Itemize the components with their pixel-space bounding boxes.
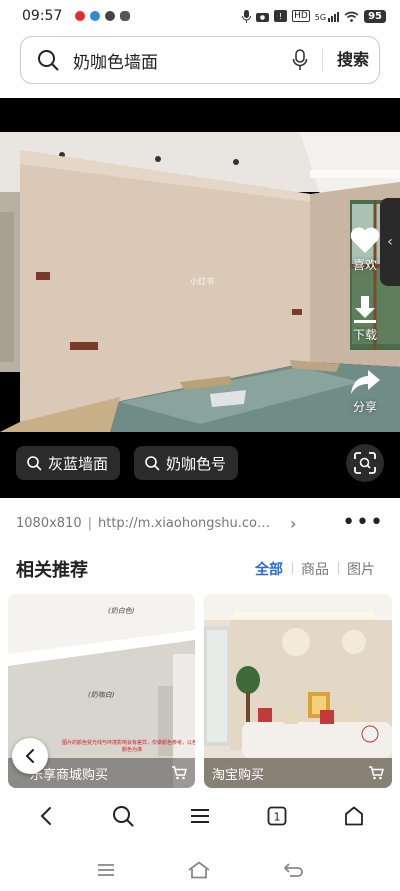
battery-level: 95 [364, 9, 386, 23]
back-button[interactable] [24, 796, 68, 836]
search-icon [113, 806, 134, 827]
chevron-right-icon[interactable]: › [290, 514, 296, 533]
tab-images[interactable]: 图片 [338, 559, 384, 579]
share-label: 分享 [352, 400, 377, 414]
app-notification-icon [90, 11, 101, 21]
network-type: 5G [314, 12, 327, 22]
cart-icon [172, 766, 187, 780]
chip-label: 奶咖色号 [166, 454, 227, 473]
color-tag: (奶白色) [108, 607, 135, 615]
share-icon [351, 370, 380, 394]
image-dimensions: 1080x810 [16, 515, 82, 531]
related-header: 相关推荐 全部 商品 图片 [0, 554, 400, 584]
related-title: 相关推荐 [16, 560, 88, 581]
download-button[interactable]: 下载 [340, 294, 390, 343]
search-button[interactable]: 搜索 [321, 49, 369, 71]
color-disclaimer: 图片的颜色受光线与环境影响会有差异，仅做颜色参考，以色卡颜色为准 [62, 740, 195, 753]
related-grid: (奶白色) (奶咖白) 图片的颜色受光线与环境影响会有差异，仅做颜色参考，以色卡… [8, 594, 392, 788]
like-label: 喜欢 [352, 258, 377, 272]
menu-icon [190, 809, 209, 823]
home-button[interactable] [332, 796, 376, 836]
color-tag: (奶咖白) [88, 691, 115, 699]
notification-badge-icon: ! [274, 10, 288, 22]
search-icon [145, 456, 160, 471]
download-icon [354, 296, 376, 323]
related-card[interactable]: 淘宝购买 [204, 594, 392, 788]
chip-label: 灰蓝墙面 [48, 454, 109, 473]
tabs-count-icon: 1 [267, 806, 287, 826]
svg-text:1: 1 [273, 811, 280, 824]
source-url[interactable]: http://m.xiaohongshu.com/discovery/item [98, 516, 276, 531]
back-arrow-icon [40, 807, 52, 825]
status-bar: 09:57 ! HD 5G 95 [0, 0, 400, 32]
voice-input-icon[interactable] [292, 49, 308, 71]
search-icon [27, 456, 42, 471]
cart-icon [369, 766, 384, 780]
search-bar[interactable]: 奶咖色墙面 搜索 [20, 36, 380, 84]
image-source-info[interactable]: 1080x810 | http://m.xiaohongshu.com/disc… [0, 508, 400, 538]
wifi-icon [344, 11, 359, 22]
chevron-left-icon [25, 749, 34, 763]
app-notification-icon [75, 11, 86, 21]
watermark: 小红书 [190, 277, 214, 286]
tab-products[interactable]: 商品 [292, 559, 338, 579]
app-notification-icon [105, 11, 116, 21]
search-input[interactable]: 奶咖色墙面 [73, 48, 292, 73]
wechat-icon [120, 11, 131, 21]
heart-icon [350, 227, 380, 253]
search-icon [38, 50, 59, 71]
scan-icon [354, 452, 376, 474]
search-tab-button[interactable] [101, 796, 145, 836]
like-button[interactable]: 喜欢 [340, 226, 390, 273]
visual-search-button[interactable] [346, 444, 384, 482]
back-system-icon[interactable] [283, 862, 304, 878]
purchase-label: 淘宝购买 [212, 767, 265, 783]
separator: | [87, 515, 92, 531]
microphone-status-icon [242, 9, 252, 23]
suggestion-chip[interactable]: 奶咖色号 [134, 446, 239, 480]
share-button[interactable]: 分享 [340, 368, 390, 415]
hd-icon: HD [292, 10, 310, 22]
home-icon [344, 806, 363, 826]
tab-all[interactable]: 全部 [246, 559, 292, 579]
recent-apps-icon[interactable] [97, 863, 115, 877]
download-label: 下载 [352, 328, 377, 342]
tabs-button[interactable]: 1 [255, 796, 299, 836]
image-viewer[interactable]: 小红书 ‹ 喜欢 下载 分享 灰蓝墙面 奶咖色号 [0, 98, 400, 498]
camera-status-icon [256, 12, 270, 22]
svg-text:!: ! [279, 12, 282, 21]
related-tabs: 全部 商品 图片 [246, 559, 384, 579]
suggestion-chip[interactable]: 灰蓝墙面 [16, 446, 121, 480]
system-navigation-bar [0, 848, 400, 891]
browser-toolbar: 1 [0, 794, 400, 838]
scroll-back-button[interactable] [12, 738, 48, 774]
more-options-icon[interactable]: ••• [342, 512, 384, 534]
card-purchase-bar[interactable]: 淘宝购买 [204, 758, 392, 788]
home-system-icon[interactable] [188, 860, 210, 879]
clock: 09:57 [22, 8, 63, 24]
menu-button[interactable] [178, 796, 222, 836]
cellular-signal-icon: 5G [314, 11, 340, 22]
